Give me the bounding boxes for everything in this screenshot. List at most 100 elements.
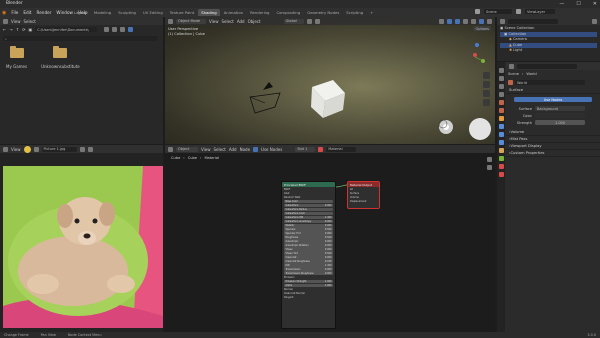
outliner-item-light[interactable]: ✺ Light [500,48,597,54]
image-close-icon[interactable] [87,146,93,152]
physics-tab-icon[interactable] [498,140,504,145]
image-browse-icon[interactable] [33,146,39,152]
blender-logo-icon[interactable]: ◉ [2,10,6,16]
refresh-icon[interactable]: ⟳ [22,27,25,32]
tab-compositing[interactable]: Compositing [273,9,303,16]
tab-sculpting[interactable]: Sculpting [115,9,139,16]
render-tab-icon[interactable] [498,76,504,81]
tab-modeling[interactable]: Modeling [91,9,114,16]
particles-tab-icon[interactable] [498,132,504,137]
menu-render[interactable]: Render [37,10,52,15]
world-name-field[interactable]: World [515,80,585,85]
filter-icon[interactable] [592,18,597,24]
output-socket-displacement[interactable]: Displacement [348,199,379,203]
folder-item[interactable]: Unknownsubstitute [41,46,80,69]
editor-type-icon[interactable] [500,18,505,24]
color-swatch[interactable] [535,113,585,118]
sort-icon[interactable] [112,27,118,32]
path-field[interactable]: C:\Users\Jennifer\Documents\ [35,27,98,32]
strength-field[interactable]: 1.000 [535,120,585,125]
viewport-display-section[interactable]: › Viewport Display [506,143,600,150]
scene-selectors: Scene ViewLayer [475,9,555,14]
status-bar: Change Frame Pan View Node Context Menu … [0,332,600,338]
surface-shader-field[interactable]: Background [535,106,585,111]
output-tab-icon[interactable] [498,84,504,89]
editor-type-icon[interactable] [509,63,514,69]
minimize-button[interactable]: — [559,1,564,7]
folder-icon [9,46,24,58]
tab-animation[interactable]: Animation [221,9,246,16]
menu-file[interactable]: File [11,10,18,15]
camera-object[interactable] [249,82,281,114]
tab-layout[interactable]: Layout [71,9,90,16]
file-path-row: ← → ↑ ⟳ ▣ C:\Users\Jennifer\Documents\ [0,25,163,34]
workspace-tabs: Layout Modeling Sculpting UV Editing Tex… [71,9,376,16]
folder-label: Unknownsubstitute [41,64,80,69]
custom-properties-section[interactable]: › Custom Properties [506,150,600,157]
tab-rendering[interactable]: Rendering [247,9,272,16]
material-tab-icon[interactable] [498,164,504,169]
shader-node-editor[interactable]: Object View Select Add Node Use Nodes Sl… [165,145,495,332]
title-bar: Blender — ☐ ✕ [0,0,600,8]
cube-object[interactable] [311,80,345,118]
properties-search-input[interactable] [517,63,577,69]
forward-arrow-icon[interactable]: → [9,27,12,32]
tab-scripting[interactable]: Scripting [343,9,366,16]
properties-breadcrumb: Scene › World [508,72,537,76]
view-layer-tab-icon[interactable] [498,92,504,97]
add-workspace-button[interactable]: + [367,9,376,16]
volume-section[interactable]: › Volume [506,129,600,136]
surface-section-header[interactable]: Surface [506,87,600,94]
zoom-icon[interactable] [487,157,492,162]
image-menu-view[interactable]: View [11,147,21,152]
status-hint-lmb: Change Frame [4,333,29,337]
material-output-node[interactable]: Material Output All Surface Volume Displ… [347,181,380,209]
scene-field[interactable]: Scene [484,9,512,14]
close-button[interactable]: ✕ [593,1,597,7]
modifier-tab-icon[interactable] [498,124,504,129]
texture-tab-icon[interactable] [498,172,504,177]
data-tab-icon[interactable] [498,156,504,161]
version-label: 3.0.0 [587,333,596,337]
world-datablock-row: World [506,78,600,87]
use-nodes-button[interactable]: Use Nodes [514,97,592,102]
filter-icon[interactable] [120,27,126,32]
file-search-input[interactable]: ⌕ [3,36,158,41]
back-arrow-icon[interactable]: ← [3,27,6,32]
navigation-gizmo[interactable] [473,43,485,63]
scene-icon [475,9,480,14]
pan-icon[interactable] [487,165,492,170]
outliner-search-input[interactable] [508,18,558,24]
3d-viewport[interactable]: Object Mode View Select Add Object Globa… [165,17,495,144]
tab-geometry-nodes[interactable]: Geometry Nodes [304,9,342,16]
folder-item[interactable]: My Games [6,46,27,69]
file-menu-view[interactable]: View [11,19,21,24]
viewport-nav-buttons[interactable] [483,72,490,106]
maximize-button[interactable]: ☐ [576,1,580,7]
light-object[interactable] [438,119,453,134]
constraints-tab-icon[interactable] [498,148,504,153]
tool-tab-icon[interactable] [498,68,504,73]
tab-uv-editing[interactable]: UV Editing [140,9,166,16]
scene-tab-icon[interactable] [498,100,504,105]
tab-shading[interactable]: Shading [198,9,220,16]
object-tab-icon[interactable] [498,116,504,121]
image-name-field[interactable]: Picture 1.jpg [41,146,77,152]
parent-dir-icon[interactable]: ↑ [16,27,19,32]
view-layer-field[interactable]: ViewLayer [525,9,555,14]
dog-photo-drawing [3,166,163,328]
editor-type-icon[interactable] [3,18,8,24]
menu-edit[interactable]: Edit [23,10,31,15]
image-new-icon[interactable] [79,146,85,152]
world-tab-icon[interactable] [498,108,504,113]
new-folder-icon[interactable]: ▣ [28,27,32,32]
filter-toggle-icon[interactable] [128,27,134,32]
properties-tab-column [497,62,505,332]
file-browser-panel: View Select ← → ↑ ⟳ ▣ C:\Users\Jennifer\… [0,17,163,144]
display-mode-icon[interactable] [104,27,110,32]
mist-pass-section[interactable]: › Mist Pass [506,136,600,143]
editor-type-icon[interactable] [3,146,8,152]
file-menu-select[interactable]: Select [24,19,36,24]
tab-texture-paint[interactable]: Texture Paint [167,9,198,16]
status-hint-rmb: Node Context Menu [67,333,102,337]
